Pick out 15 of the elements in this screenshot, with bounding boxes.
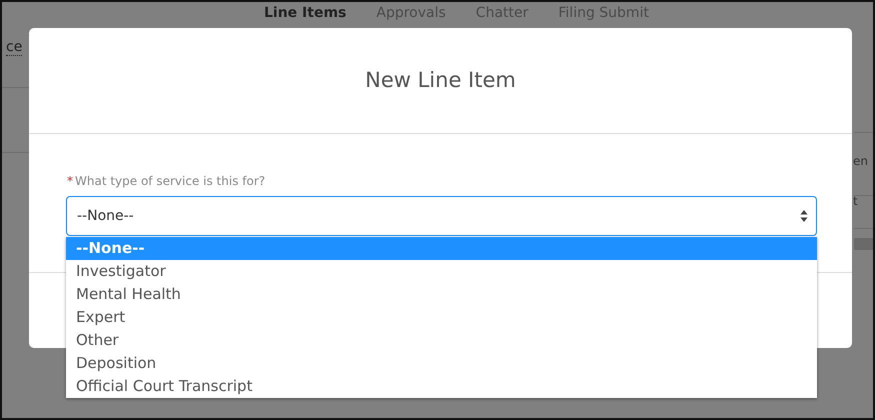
scroll-bar — [854, 238, 873, 250]
dropdown-option[interactable]: Other — [66, 329, 817, 352]
dropdown-option[interactable]: Official Court Transcript — [66, 375, 817, 398]
text-fragment: en — [853, 153, 868, 170]
field-label: * What type of service is this for? — [67, 173, 266, 190]
link-text[interactable]: ce — [6, 40, 22, 56]
dropdown-option[interactable]: Investigator — [66, 260, 817, 283]
select-field[interactable]: --None-- — [66, 196, 817, 236]
sort-arrows-icon — [800, 209, 808, 223]
modal-title: New Line Item — [365, 66, 516, 94]
dropdown-option[interactable]: Deposition — [66, 352, 817, 375]
tab[interactable]: Line Items — [264, 4, 346, 22]
dropdown-option[interactable]: Mental Health — [66, 283, 817, 306]
dropdown-option[interactable]: Expert — [66, 306, 817, 329]
text-fragment: t — [853, 193, 858, 210]
